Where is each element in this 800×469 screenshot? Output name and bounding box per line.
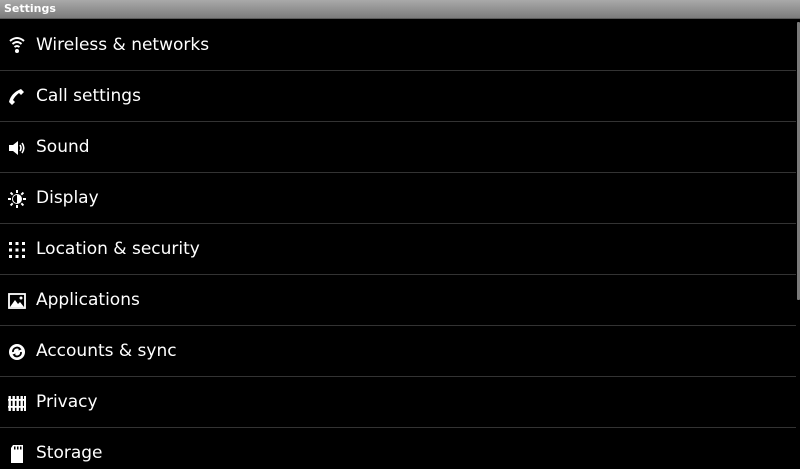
settings-item-location-security[interactable]: Location & security bbox=[0, 224, 796, 275]
settings-item-privacy[interactable]: Privacy bbox=[0, 377, 796, 428]
settings-screen: Settings Wireless & networks Call settin… bbox=[0, 0, 800, 469]
settings-item-label: Sound bbox=[36, 137, 90, 157]
settings-item-label: Storage bbox=[36, 443, 103, 463]
settings-item-label: Call settings bbox=[36, 86, 141, 106]
settings-item-accounts-sync[interactable]: Accounts & sync bbox=[0, 326, 796, 377]
settings-list: Wireless & networks Call settings Sound bbox=[0, 20, 796, 469]
speaker-icon bbox=[7, 138, 27, 158]
sync-icon bbox=[7, 342, 27, 362]
privacy-icon bbox=[7, 393, 27, 413]
settings-item-label: Applications bbox=[36, 290, 140, 310]
settings-item-storage[interactable]: Storage bbox=[0, 428, 796, 469]
settings-item-display[interactable]: Display bbox=[0, 173, 796, 224]
settings-item-wireless-networks[interactable]: Wireless & networks bbox=[0, 20, 796, 71]
settings-item-label: Display bbox=[36, 188, 99, 208]
wifi-icon bbox=[7, 36, 27, 56]
grid-lock-icon bbox=[7, 240, 27, 260]
settings-item-sound[interactable]: Sound bbox=[0, 122, 796, 173]
settings-item-applications[interactable]: Applications bbox=[0, 275, 796, 326]
window-title: Settings bbox=[4, 2, 56, 15]
applications-icon bbox=[7, 291, 27, 311]
title-bar: Settings bbox=[0, 0, 800, 19]
settings-item-label: Location & security bbox=[36, 239, 200, 259]
settings-item-call-settings[interactable]: Call settings bbox=[0, 71, 796, 122]
brightness-icon bbox=[7, 189, 27, 209]
settings-item-label: Privacy bbox=[36, 392, 98, 412]
settings-item-label: Accounts & sync bbox=[36, 341, 177, 361]
sdcard-icon bbox=[7, 444, 27, 464]
phone-icon bbox=[7, 87, 27, 107]
settings-item-label: Wireless & networks bbox=[36, 35, 210, 55]
